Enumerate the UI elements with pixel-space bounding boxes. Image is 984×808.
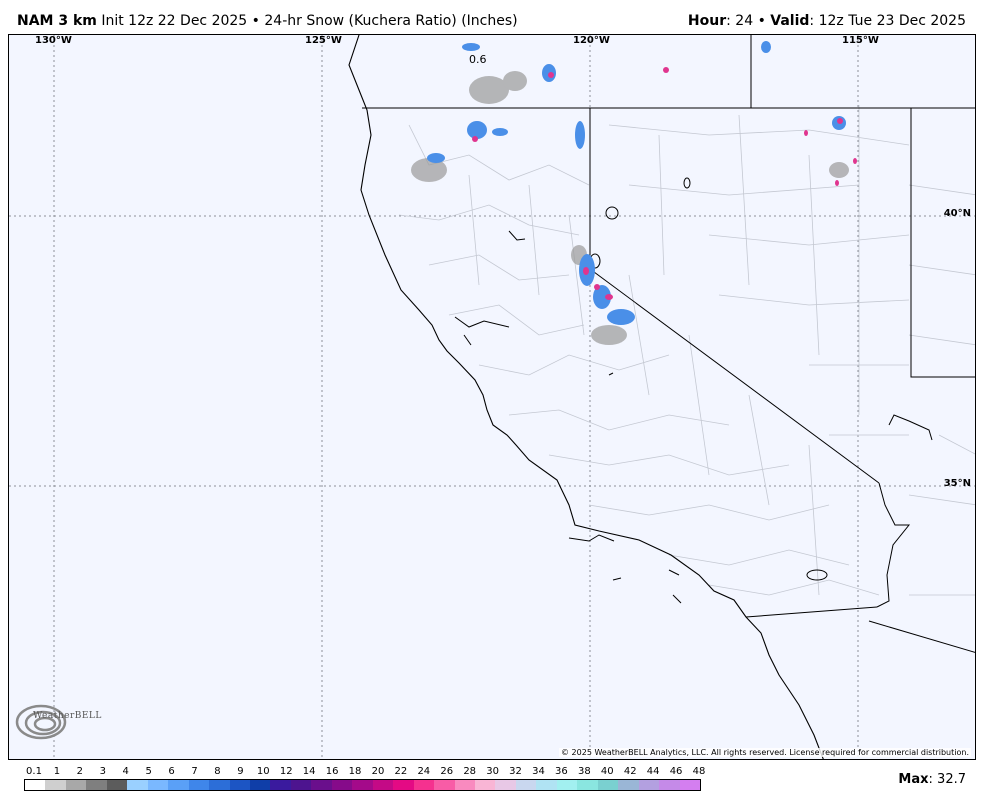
- snowfall-field: [411, 41, 857, 345]
- legend-swatch: [515, 780, 537, 790]
- logo-text: WeatherBELL: [33, 711, 102, 721]
- copyright-notice: © 2025 WeatherBELL Analytics, LLC. All r…: [559, 748, 971, 757]
- snowfall-map[interactable]: 130°W 125°W 120°W 115°W 40°N 35°N 0.6 We…: [8, 34, 976, 760]
- map-geography: [9, 35, 975, 759]
- legend-tick-label: 38: [577, 766, 591, 777]
- legend-swatch: [147, 780, 169, 790]
- legend-tick-label: 8: [214, 766, 221, 777]
- legend-tick-label: 7: [191, 766, 198, 777]
- legend-tick-label: 16: [325, 766, 339, 777]
- coastline: [348, 35, 824, 759]
- legend-swatch: [270, 780, 291, 790]
- valid-info: Hour: 24 • Valid: 12z Tue 23 Dec 2025: [688, 12, 966, 30]
- legend-swatch: [168, 780, 189, 790]
- legend-swatch: [474, 780, 496, 790]
- legend-tick-label: 28: [463, 766, 477, 777]
- legend-swatch: [25, 780, 46, 790]
- legend-tick-label: 44: [646, 766, 660, 777]
- legend-swatch: [413, 780, 435, 790]
- legend-tick-label: 3: [99, 766, 106, 777]
- legend-tick-label: 9: [237, 766, 244, 777]
- lat-label-35: 35°N: [943, 478, 971, 489]
- max-label: Max: [898, 772, 929, 787]
- legend-swatch: [679, 780, 700, 790]
- legend-tick-label: 46: [669, 766, 683, 777]
- title-separator: •: [251, 13, 260, 29]
- legend-tick-label: 34: [532, 766, 545, 777]
- state-borders: [362, 35, 975, 653]
- legend-swatch: [45, 780, 66, 790]
- legend-tick-label: 22: [394, 766, 408, 777]
- legend-tick-label: 20: [371, 766, 385, 777]
- legend-tick-label: 26: [440, 766, 454, 777]
- legend-swatch: [127, 780, 148, 790]
- lon-label-120: 120°W: [573, 35, 610, 46]
- legend-swatch: [106, 780, 128, 790]
- legend-tick-label: 36: [555, 766, 568, 777]
- max-number: : 32.7: [928, 772, 966, 787]
- legend-tick-label: 12: [279, 766, 293, 777]
- legend-swatch: [352, 780, 373, 790]
- legend-swatch: [577, 780, 598, 790]
- lon-label-130: 130°W: [35, 35, 72, 46]
- legend-swatch: [536, 780, 557, 790]
- legend-swatch: [434, 780, 455, 790]
- legend-swatch: [393, 780, 414, 790]
- weatherbell-logo: WeatherBELL: [13, 699, 103, 745]
- colorado-river: [876, 414, 933, 608]
- legend-tick-label: 32: [509, 766, 522, 777]
- legend-tick-label: 10: [256, 766, 270, 777]
- legend-color-bar: [24, 779, 701, 791]
- lon-label-125: 125°W: [305, 35, 342, 46]
- legend-swatch: [597, 780, 619, 790]
- legend-tick-label: 40: [600, 766, 614, 777]
- legend-swatch: [638, 780, 660, 790]
- legend-tick-label: 30: [486, 766, 499, 777]
- legend-tick-label: 5: [145, 766, 152, 777]
- legend-swatch: [659, 780, 680, 790]
- legend-tick-label: 1: [53, 766, 61, 777]
- map-title: NAM 3 km Init 12z 22 Dec 2025 • 24-hr Sn…: [17, 12, 518, 30]
- legend-tick-label: 14: [302, 766, 316, 777]
- title-separator: •: [757, 13, 766, 29]
- lat-label-40: 40°N: [943, 208, 971, 219]
- legend-tick-label: 24: [417, 766, 431, 777]
- legend-tick-label: 4: [122, 766, 129, 777]
- hour-label: Hour: [687, 13, 727, 29]
- max-value: Max: 32.7: [898, 772, 966, 787]
- lon-label-115: 115°W: [842, 35, 879, 46]
- init-time: Init 12z 22 Dec 2025: [101, 13, 248, 29]
- legend-swatch: [249, 780, 271, 790]
- legend-swatch: [86, 780, 107, 790]
- swirl-logo-icon: [15, 704, 67, 740]
- hour-value: : 24: [726, 13, 754, 29]
- product-name: 24-hr Snow (Kuchera Ratio) (Inches): [264, 13, 518, 29]
- legend-swatch: [311, 780, 332, 790]
- legend-swatch: [618, 780, 639, 790]
- legend-swatch: [290, 780, 312, 790]
- legend-swatch: [556, 780, 578, 790]
- legend-swatch: [454, 780, 475, 790]
- legend-swatch: [209, 780, 230, 790]
- legend-tick-label: 18: [348, 766, 362, 777]
- legend-swatch: [65, 780, 87, 790]
- legend-swatch: [372, 780, 394, 790]
- contour-label: 0.6: [469, 53, 487, 66]
- model-name: NAM 3 km: [17, 13, 97, 29]
- legend-tick-label: 42: [623, 766, 637, 777]
- color-scale-legend: 0.1 1 2 3 4 5 6 7 8 9 10 12 14 16 18 20 22 24 26 28 30 32 34 36…: [24, 766, 705, 792]
- valid-value: : 12z Tue 23 Dec 2025: [809, 13, 966, 29]
- legend-swatch: [495, 780, 516, 790]
- graticule: [9, 35, 975, 759]
- islands-lakes: [454, 177, 828, 604]
- legend-tick-label: 2: [76, 766, 84, 777]
- legend-tick-label: 48: [692, 766, 706, 777]
- legend-tick-label: 6: [168, 766, 175, 777]
- legend-swatch: [188, 780, 210, 790]
- legend-tick-label: 0.1: [26, 766, 42, 777]
- legend-swatch: [331, 780, 353, 790]
- valid-label: Valid: [770, 13, 810, 29]
- legend-swatch: [229, 780, 250, 790]
